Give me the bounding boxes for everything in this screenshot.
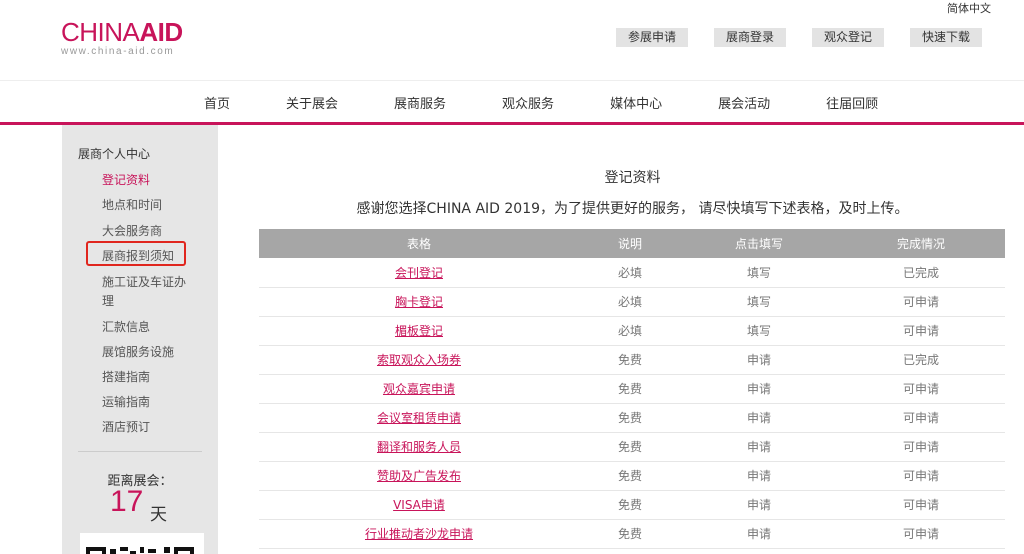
language-switch[interactable]: 简体中文 — [947, 0, 991, 16]
form-action[interactable]: 申请 — [681, 345, 837, 375]
nav-exhibitor-services[interactable]: 展商服务 — [394, 93, 446, 112]
nav-about[interactable]: 关于展会 — [286, 93, 338, 112]
nav-events[interactable]: 展会活动 — [718, 93, 770, 112]
form-note: 必填 — [579, 316, 681, 346]
form-status: 可申请 — [837, 490, 1005, 520]
sidebar-item-location-time[interactable]: 地点和时间 — [102, 196, 162, 213]
form-status: 可申请 — [837, 461, 1005, 491]
form-link[interactable]: VISA申请 — [259, 490, 579, 520]
table-row: 会议室租赁申请 免费 申请 可申请 — [259, 403, 1005, 433]
form-status: 可申请 — [837, 316, 1005, 346]
logo-url: www.china-aid.com — [61, 46, 175, 57]
form-status: 可申请 — [837, 519, 1005, 549]
china-aid-logo[interactable]: CHINAAID www.china-aid.com — [61, 18, 183, 57]
form-link[interactable]: 赞助及广告发布 — [259, 461, 579, 491]
exhibitor-login-button[interactable]: 展商登录 — [714, 28, 787, 47]
form-note: 免费 — [579, 519, 681, 549]
nav-media-center[interactable]: 媒体中心 — [610, 93, 662, 112]
form-note: 免费 — [579, 432, 681, 462]
table-row: 行业推动者沙龙申请 免费 申请 可申请 — [259, 519, 1005, 549]
form-link[interactable]: 索取观众入场券 — [259, 345, 579, 375]
table-row: 索取观众入场券 免费 申请 已完成 — [259, 345, 1005, 375]
form-note: 必填 — [579, 287, 681, 317]
page-subtitle: 感谢您选择CHINA AID 2019，为了提供更好的服务， 请尽快填写下述表格… — [356, 201, 909, 217]
table-header-form: 表格 — [259, 229, 579, 258]
sidebar-item-registration[interactable]: 登记资料 — [102, 171, 150, 188]
form-action[interactable]: 申请 — [681, 432, 837, 462]
table-header-row: 表格 说明 点击填写 完成情况 — [259, 229, 1005, 258]
form-link[interactable]: 翻译和服务人员 — [259, 432, 579, 462]
form-action[interactable]: 填写 — [681, 258, 837, 288]
nav-visitor-services[interactable]: 观众服务 — [502, 93, 554, 112]
quick-download-button[interactable]: 快速下载 — [910, 28, 983, 47]
page-title: 登记资料 — [604, 170, 661, 186]
countdown-unit: 天 — [150, 505, 167, 525]
nav-home[interactable]: 首页 — [204, 93, 230, 112]
form-action[interactable]: 申请 — [681, 461, 837, 491]
main-nav: 首页 关于展会 展商服务 观众服务 媒体中心 展会活动 往届回顾 — [0, 80, 1024, 122]
sidebar-item-permits-cont[interactable]: 理 — [102, 292, 114, 309]
highlight-box — [86, 241, 186, 266]
form-status: 已完成 — [837, 345, 1005, 375]
logo-text-china: CHINA — [61, 17, 140, 47]
form-action[interactable]: 申请 — [681, 374, 837, 404]
form-link[interactable]: 会议室租赁申请 — [259, 403, 579, 433]
table-row: VISA申请 免费 申请 可申请 — [259, 490, 1005, 520]
form-action[interactable]: 申请 — [681, 403, 837, 433]
sidebar-divider — [78, 451, 202, 452]
registration-table: 表格 说明 点击填写 完成情况 会刊登记 必填 填写 已完成 胸卡登记 必填 填… — [259, 229, 1005, 549]
form-link[interactable]: 行业推动者沙龙申请 — [259, 519, 579, 549]
form-status: 可申请 — [837, 287, 1005, 317]
form-note: 免费 — [579, 403, 681, 433]
sidebar-item-remittance[interactable]: 汇款信息 — [102, 318, 150, 335]
form-link[interactable]: 观众嘉宾申请 — [259, 374, 579, 404]
table-header-action: 点击填写 — [681, 229, 837, 258]
form-link[interactable]: 楣板登记 — [259, 316, 579, 346]
form-action[interactable]: 填写 — [681, 316, 837, 346]
table-row: 楣板登记 必填 填写 可申请 — [259, 316, 1005, 346]
form-action[interactable]: 申请 — [681, 519, 837, 549]
sidebar-item-permits[interactable]: 施工证及车证办 — [102, 273, 186, 290]
sidebar: 展商个人中心 登记资料 地点和时间 大会服务商 展商报到须知 施工证及车证办 理… — [62, 125, 218, 554]
qr-code-icon — [80, 533, 204, 554]
form-action[interactable]: 填写 — [681, 287, 837, 317]
form-note: 免费 — [579, 345, 681, 375]
form-status: 可申请 — [837, 432, 1005, 462]
table-header-status: 完成情况 — [837, 229, 1005, 258]
logo-text-aid: AID — [139, 17, 183, 47]
top-button-group: 参展申请 展商登录 观众登记 快速下载 — [616, 28, 1008, 47]
countdown-value: 17 — [110, 485, 144, 518]
form-note: 免费 — [579, 374, 681, 404]
sidebar-item-service-providers[interactable]: 大会服务商 — [102, 222, 162, 239]
sidebar-title: 展商个人中心 — [78, 147, 151, 161]
exhibit-apply-button[interactable]: 参展申请 — [616, 28, 689, 47]
form-note: 免费 — [579, 490, 681, 520]
table-row: 胸卡登记 必填 填写 可申请 — [259, 287, 1005, 317]
form-link[interactable]: 会刊登记 — [259, 258, 579, 288]
nav-past-review[interactable]: 往届回顾 — [826, 93, 878, 112]
table-row: 观众嘉宾申请 免费 申请 可申请 — [259, 374, 1005, 404]
form-link[interactable]: 胸卡登记 — [259, 287, 579, 317]
form-note: 必填 — [579, 258, 681, 288]
sidebar-item-build-guide[interactable]: 搭建指南 — [102, 368, 150, 385]
form-status: 已完成 — [837, 258, 1005, 288]
visitor-register-button[interactable]: 观众登记 — [812, 28, 885, 47]
sidebar-item-venue-facilities[interactable]: 展馆服务设施 — [102, 343, 174, 360]
table-row: 赞助及广告发布 免费 申请 可申请 — [259, 461, 1005, 491]
table-header-note: 说明 — [579, 229, 681, 258]
form-status: 可申请 — [837, 403, 1005, 433]
form-note: 免费 — [579, 461, 681, 491]
sidebar-item-transport-guide[interactable]: 运输指南 — [102, 393, 150, 410]
form-action[interactable]: 申请 — [681, 490, 837, 520]
table-row: 会刊登记 必填 填写 已完成 — [259, 258, 1005, 288]
sidebar-item-hotel-booking[interactable]: 酒店预订 — [102, 418, 150, 435]
table-row: 翻译和服务人员 免费 申请 可申请 — [259, 432, 1005, 462]
form-status: 可申请 — [837, 374, 1005, 404]
